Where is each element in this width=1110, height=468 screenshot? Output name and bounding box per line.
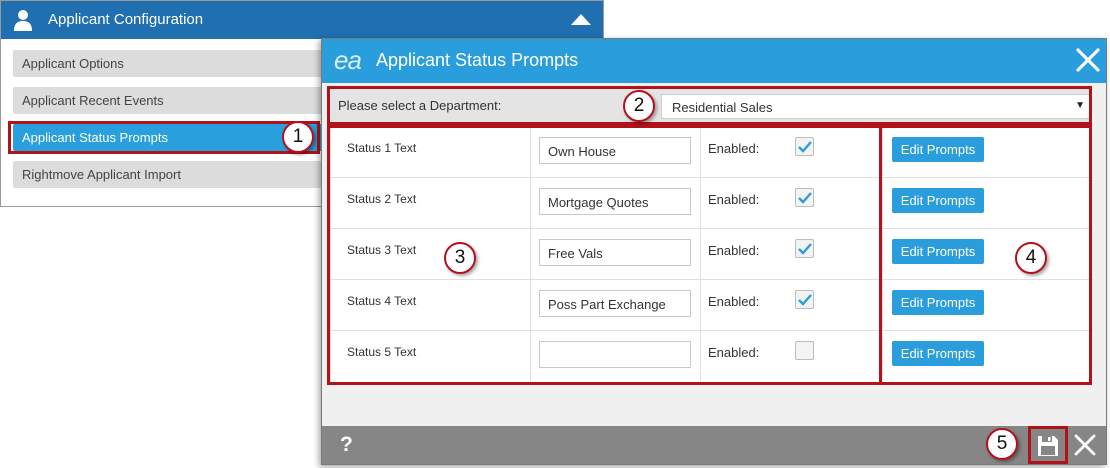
callout-4: 4	[1015, 242, 1047, 274]
app-logo: ea	[334, 45, 362, 75]
callout-2: 2	[623, 90, 655, 122]
enabled-label: Enabled:	[708, 345, 760, 360]
enabled-checkbox[interactable]	[795, 290, 814, 309]
edit-prompts-button[interactable]: Edit Prompts	[892, 239, 984, 264]
callout-5: 5	[986, 428, 1018, 460]
screenshot-stage: Applicant Configuration Applicant Option…	[0, 0, 1110, 468]
user-icon	[14, 10, 32, 31]
collapse-caret-icon[interactable]	[571, 14, 591, 25]
enabled-label: Enabled:	[708, 141, 760, 156]
status-text-input[interactable]: Poss Part Exchange	[539, 290, 691, 317]
status-text-input[interactable]: Mortgage Quotes	[539, 188, 691, 215]
dialog-header: ea Applicant Status Prompts	[322, 39, 1106, 83]
checkmark-icon	[798, 141, 812, 153]
enabled-checkbox[interactable]	[795, 239, 814, 258]
edit-prompts-button[interactable]: Edit Prompts	[892, 137, 984, 162]
table-row: Status 2 Text Mortgage Quotes Enabled: E…	[331, 178, 1093, 229]
table-row: Status 4 Text Poss Part Exchange Enabled…	[331, 280, 1093, 331]
help-button[interactable]: ?	[340, 433, 353, 457]
edit-prompts-button[interactable]: Edit Prompts	[892, 341, 984, 366]
checkmark-icon	[798, 192, 812, 204]
department-selected-value: Residential Sales	[672, 100, 773, 115]
enabled-label: Enabled:	[708, 192, 760, 207]
status-text-input[interactable]	[539, 341, 691, 368]
department-row: Please select a Department: Residential …	[330, 89, 1092, 123]
department-label: Please select a Department:	[338, 98, 502, 113]
status-text-input[interactable]: Free Vals	[539, 239, 691, 266]
status-label: Status 2 Text	[347, 192, 417, 206]
save-icon	[1038, 436, 1058, 456]
enabled-checkbox[interactable]	[795, 137, 814, 156]
callout-3: 3	[444, 242, 476, 274]
menu-item-applicant-recent-events[interactable]: Applicant Recent Events	[13, 87, 333, 114]
checkmark-icon	[798, 294, 812, 306]
status-label: Status 5 Text	[347, 345, 417, 359]
enabled-checkbox[interactable]	[795, 341, 814, 360]
panel-header[interactable]: Applicant Configuration	[1, 1, 603, 39]
panel-title: Applicant Configuration	[48, 11, 204, 28]
edit-prompts-button[interactable]: Edit Prompts	[892, 188, 984, 213]
checkmark-icon	[798, 243, 812, 255]
table-row: Status 5 Text Enabled: Edit Prompts	[331, 331, 1093, 382]
edit-prompts-button[interactable]: Edit Prompts	[892, 290, 984, 315]
callout-1: 1	[282, 121, 314, 153]
status-text-input[interactable]: Own House	[539, 137, 691, 164]
enabled-label: Enabled:	[708, 294, 760, 309]
annotation-outline-1	[8, 121, 320, 154]
enabled-label: Enabled:	[708, 243, 760, 258]
status-label: Status 4 Text	[347, 294, 417, 308]
enabled-checkbox[interactable]	[795, 188, 814, 207]
dialog-title: Applicant Status Prompts	[376, 50, 579, 70]
status-label: Status 1 Text	[347, 141, 417, 155]
menu-item-applicant-options[interactable]: Applicant Options	[13, 50, 333, 77]
save-button[interactable]	[1028, 426, 1068, 464]
close-icon[interactable]	[1074, 434, 1096, 456]
table-row: Status 1 Text Own House Enabled: Edit Pr…	[331, 127, 1093, 178]
status-label: Status 3 Text	[347, 243, 417, 257]
dropdown-arrow-icon: ▼	[1075, 100, 1085, 111]
close-icon[interactable]	[1075, 47, 1101, 73]
menu-item-rightmove-applicant-import[interactable]: Rightmove Applicant Import	[13, 161, 333, 188]
department-select[interactable]: Residential Sales ▼	[661, 94, 1091, 119]
status-prompts-dialog: ea Applicant Status Prompts Please selec…	[321, 38, 1107, 465]
